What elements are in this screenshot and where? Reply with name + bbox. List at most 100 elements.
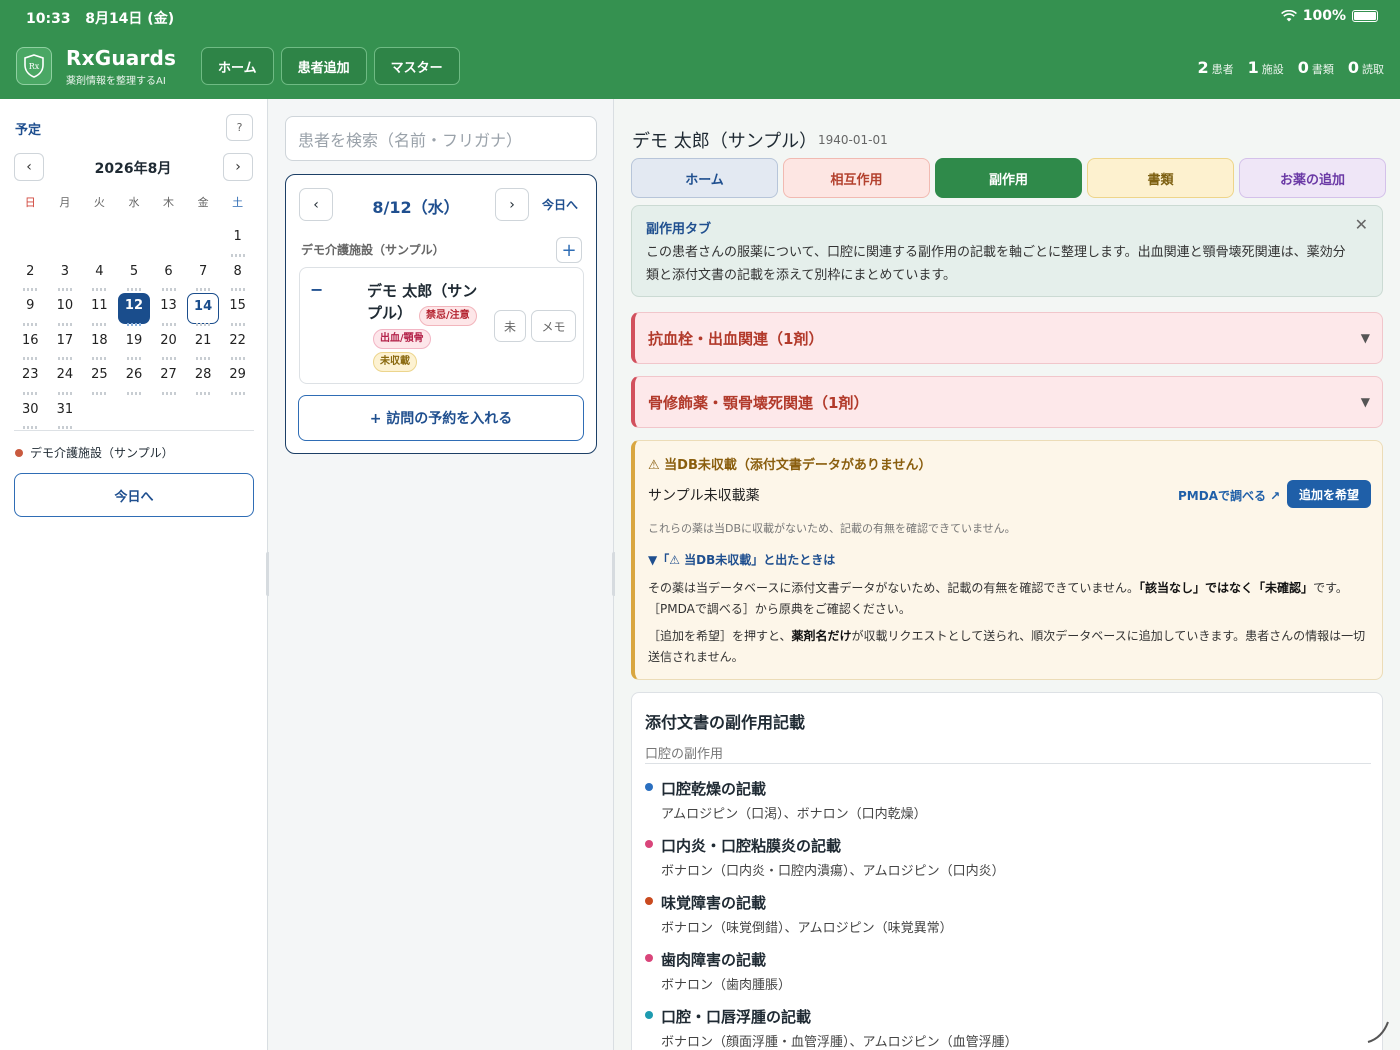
side-effect-card: 添付文書の副作用記載 口腔の副作用 口腔乾燥の記載 アムロジピン（口渇）、ボナロン…	[631, 692, 1383, 1050]
next-day-button[interactable]: ›	[495, 188, 529, 221]
calendar-cell	[151, 397, 186, 432]
accordion-bone-modifier[interactable]: 骨修飾薬・顎骨壊死関連（1剤） ▼	[631, 376, 1383, 428]
warning-help-text-2: ［追加を希望］を押すと、薬剤名だけが収載リクエストとして送られ、順次データベース…	[648, 629, 1366, 664]
help-icon[interactable]: ?	[226, 114, 253, 141]
calendar-day-12[interactable]: 12	[117, 293, 150, 326]
add-to-facility-button[interactable]: +	[556, 237, 582, 263]
calendar-day-9[interactable]: 9	[14, 293, 46, 326]
nav-add-patient-button[interactable]: 患者追加	[280, 47, 367, 85]
calendar-day-19[interactable]: 19	[118, 328, 150, 360]
calendar-day-24[interactable]: 24	[49, 362, 81, 395]
calendar-day-27[interactable]: 27	[153, 362, 185, 395]
calendar-day-14[interactable]: 14	[187, 293, 220, 326]
memo-button[interactable]: メモ	[531, 310, 576, 342]
calendar-day-23[interactable]: 23	[14, 362, 46, 395]
pmda-link[interactable]: PMDAで調べる ↗	[1178, 487, 1280, 504]
calendar-day-10[interactable]: 10	[49, 293, 81, 326]
accordion-antithrombotic[interactable]: 抗血栓・出血関連（1剤） ▼	[631, 312, 1383, 364]
side-effect-detail: ボナロン（味覚倒錯）、アムロジピン（味覚異常）	[661, 921, 953, 936]
calendar-day-6[interactable]: 6	[153, 259, 185, 291]
side-effect-name: 歯肉障害の記載	[661, 951, 767, 969]
calendar-cell: 3	[48, 259, 83, 294]
calendar-cell	[82, 224, 117, 259]
weekday-label: 火	[93, 196, 105, 209]
calendar-day-7[interactable]: 7	[187, 259, 219, 291]
nav-master-button[interactable]: マスター	[373, 47, 460, 85]
calendar-day-25[interactable]: 25	[83, 362, 115, 395]
calendar-cell: 29	[220, 362, 255, 397]
patient-card[interactable]: − デモ 太郎（サンプル） 禁忌/注意 出血/顎骨 未収載 未 メモ	[299, 267, 584, 384]
calendar-day-4[interactable]: 4	[83, 259, 115, 291]
bullet-dot	[645, 954, 653, 962]
calendar-day-11[interactable]: 11	[83, 293, 115, 326]
calendar-day-17[interactable]: 17	[49, 328, 81, 360]
calendar-day-18[interactable]: 18	[83, 328, 115, 360]
calendar-cell: 23	[13, 362, 48, 397]
calendar-day-29[interactable]: 29	[222, 362, 254, 395]
close-icon[interactable]: ✕	[1355, 215, 1368, 234]
chevron-down-icon: ▼	[1360, 331, 1370, 345]
side-effect-detail: ボナロン（顔面浮腫・血管浮腫）、アムロジピン（血管浮腫）	[661, 1035, 1018, 1050]
calendar-week: 2345678	[13, 259, 255, 294]
weekday-label: 土	[232, 196, 244, 209]
calendar-cell: 27	[151, 362, 186, 397]
book-visit-button[interactable]: + 訪問の予約を入れる	[298, 395, 584, 441]
warning-help-toggle[interactable]: ▼「⚠ 当DB未収載」と出たときは	[648, 551, 835, 568]
calendar-day-28[interactable]: 28	[187, 362, 219, 395]
tab-interactions[interactable]: 相互作用	[783, 158, 930, 198]
chevron-down-icon: ▼	[1360, 395, 1370, 409]
tab-side-effects[interactable]: 副作用	[935, 158, 1082, 198]
visit-status-button[interactable]: 未	[494, 310, 526, 342]
go-today-button[interactable]: 今日へ	[14, 473, 254, 517]
calendar-day-30[interactable]: 30	[14, 397, 46, 429]
badge-contraindication: 禁忌/注意	[419, 306, 477, 326]
calendar-day-2[interactable]: 2	[14, 259, 46, 291]
prev-day-button[interactable]: ‹	[299, 188, 333, 221]
calendar-day-22[interactable]: 22	[222, 328, 254, 360]
calendar-day-31[interactable]: 31	[49, 397, 81, 429]
calendar-day-26[interactable]: 26	[118, 362, 150, 395]
calendar-cell: 22	[220, 328, 255, 363]
weekday-label: 月	[59, 196, 71, 209]
calendar-day-21[interactable]: 21	[187, 328, 219, 360]
calendar-day-16[interactable]: 16	[14, 328, 46, 360]
calendar-cell: 24	[48, 362, 83, 397]
patient-title: デモ 太郎（サンプル）	[632, 131, 818, 152]
calendar-cell	[151, 224, 186, 259]
app-logo-icon: Rx	[16, 47, 52, 85]
calendar-day-1[interactable]: 1	[222, 224, 254, 257]
facility-name: デモ介護施設（サンプル）	[301, 243, 445, 257]
patient-search-input[interactable]: 患者を検索（名前・フリガナ）	[285, 116, 597, 161]
calendar-day-5[interactable]: 5	[118, 259, 150, 291]
today-link[interactable]: 今日へ	[542, 196, 578, 213]
facility-legend: デモ介護施設（サンプル）	[15, 444, 174, 461]
tab-documents[interactable]: 書類	[1087, 158, 1234, 198]
prev-month-button[interactable]: ‹	[14, 153, 44, 181]
calendar-cell: 13	[151, 293, 186, 328]
tab-add-medication[interactable]: お薬の追加	[1239, 158, 1386, 198]
calendar-cell: 12	[117, 293, 152, 328]
collapse-icon[interactable]: −	[310, 280, 323, 299]
bullet-dot	[645, 1011, 653, 1019]
calendar-cell	[82, 397, 117, 432]
calendar-week: 16 17 18 19 20 21 22	[13, 328, 255, 363]
calendar-cell: 9	[13, 293, 48, 328]
tab-home[interactable]: ホーム	[631, 158, 778, 198]
calendar-cell: 4	[82, 259, 117, 294]
battery-icon	[1352, 10, 1378, 22]
nav-home-button[interactable]: ホーム	[201, 47, 274, 85]
main-nav: ホーム 患者追加 マスター	[201, 47, 460, 85]
calendar-day-8[interactable]: 8	[222, 259, 254, 291]
calendar-week: 23 24 25 26 27 28 29	[13, 362, 255, 397]
badge-bleeding-jaw: 出血/顎骨	[373, 329, 431, 349]
calendar-day-3[interactable]: 3	[49, 259, 81, 291]
calendar-week: 1	[13, 224, 255, 259]
status-time: 10:33 8月14日 (金)	[26, 11, 175, 27]
request-add-button[interactable]: 追加を希望	[1287, 480, 1371, 508]
next-month-button[interactable]: ›	[223, 153, 253, 181]
side-effect-detail: アムロジピン（口渇）、ボナロン（口内乾燥）	[661, 807, 927, 822]
patient-detail-pane: デモ 太郎（サンプル） 1940-01-01 ホーム 相互作用 副作用 書類 お…	[615, 99, 1400, 1050]
calendar-day-15[interactable]: 15	[222, 293, 254, 326]
calendar-day-20[interactable]: 20	[153, 328, 185, 360]
calendar-day-13[interactable]: 13	[153, 293, 185, 326]
